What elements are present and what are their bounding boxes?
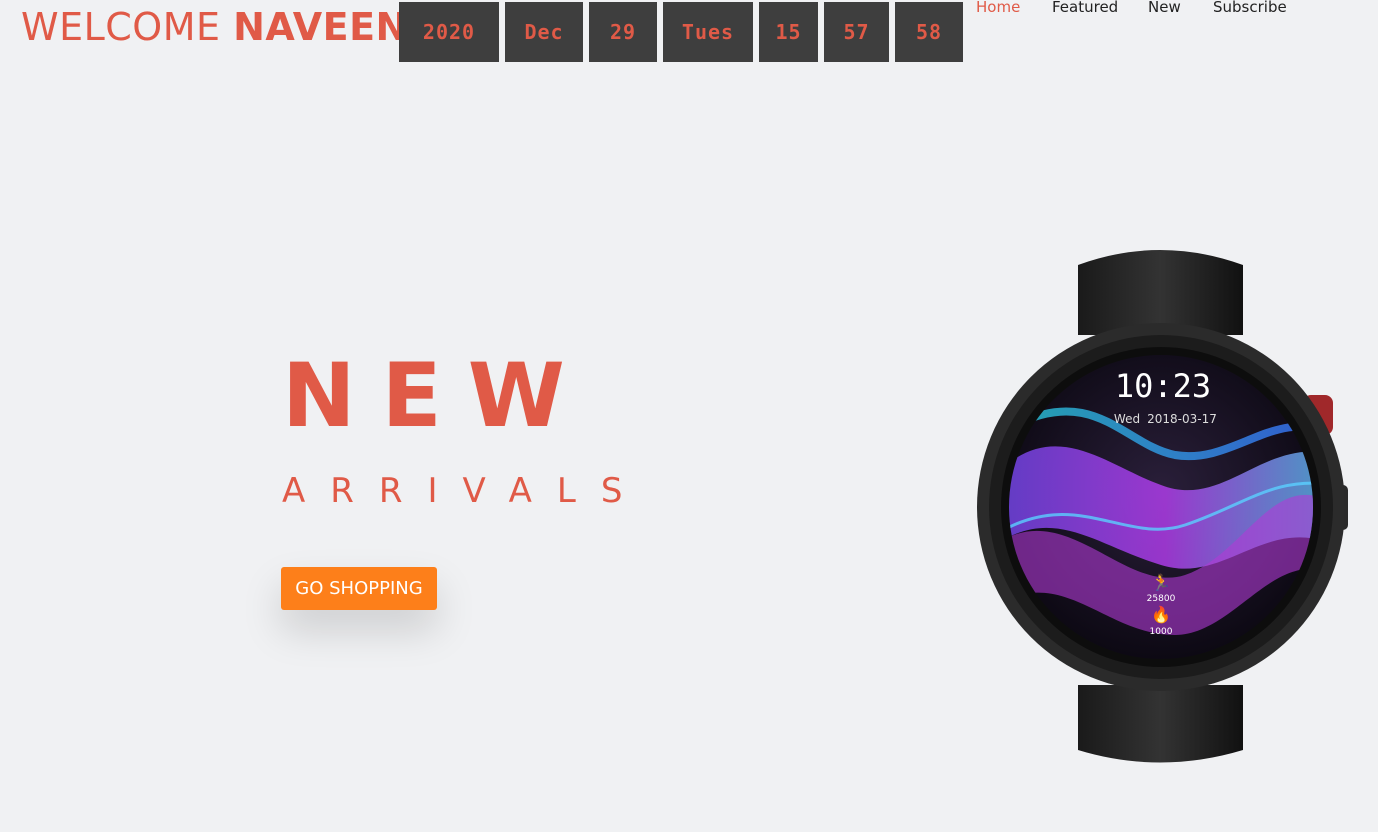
hero-subtitle: ARRIVALS: [282, 471, 648, 511]
clock-minute: 57: [824, 2, 889, 62]
steps-icon: 🏃: [1151, 573, 1171, 592]
go-shopping-button[interactable]: GO SHOPPING: [281, 567, 437, 610]
watch-weekday: Wed: [1114, 412, 1140, 426]
nav-featured[interactable]: Featured: [1052, 0, 1118, 16]
hero-title: NEW: [282, 344, 591, 447]
welcome-brand: WELCOME NAVEEN: [21, 4, 408, 50]
clock-month: Dec: [505, 2, 583, 62]
clock-weekday: Tues: [663, 2, 753, 62]
calories-icon: 🔥: [1151, 605, 1171, 624]
clock-year: 2020: [399, 2, 499, 62]
strap-top: [1078, 250, 1243, 335]
watch-calories: 1000: [1150, 627, 1173, 637]
nav-new[interactable]: New: [1148, 0, 1181, 16]
clock-day: 29: [589, 2, 657, 62]
user-name: NAVEEN: [233, 5, 408, 49]
smartwatch-image: 10:23 Wed 2018-03-17 🏃 25800 🔥 1000: [977, 250, 1348, 763]
welcome-text: WELCOME: [21, 5, 221, 49]
watch-steps: 25800: [1147, 594, 1176, 604]
nav-home[interactable]: Home: [976, 0, 1020, 16]
watch-time: 10:23: [1115, 367, 1211, 405]
watch-date: 2018-03-17: [1147, 412, 1217, 426]
nav-subscribe[interactable]: Subscribe: [1213, 0, 1287, 16]
clock-hour: 15: [759, 2, 818, 62]
clock-second: 58: [895, 2, 963, 62]
strap-bottom: [1078, 685, 1243, 763]
